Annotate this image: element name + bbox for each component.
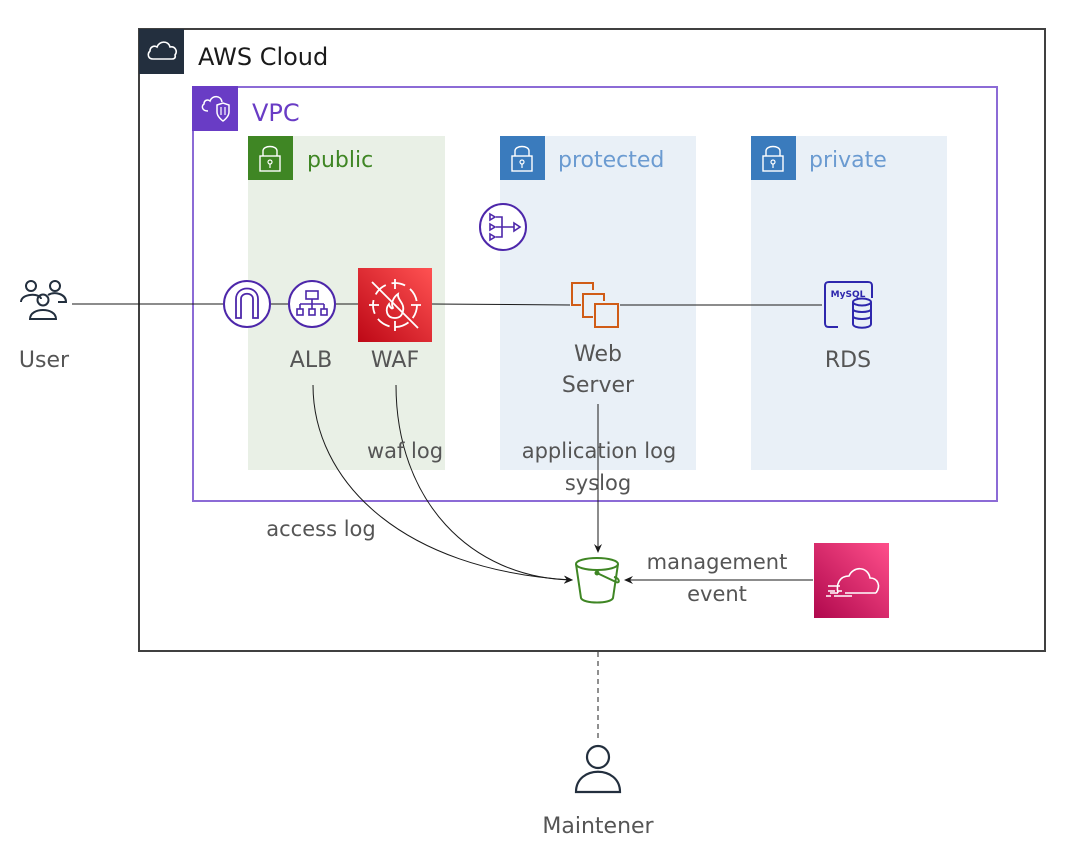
alb-label: ALB [290,348,332,373]
subnet-private: private [751,136,947,470]
subnet-protected-label: protected [558,148,664,173]
rds-label: RDS [825,348,871,373]
subnet-private-bg [751,136,947,470]
aws-cloud-icon-bg [139,29,184,74]
s3-node[interactable] [575,557,620,604]
vpc-label: VPC [252,99,300,127]
nat-gateway-node[interactable] [479,203,527,251]
rds-mysql-badge: MySQL [831,290,866,300]
cloudtrail-node[interactable] [814,543,889,618]
edge-label-event: event [687,582,747,606]
user-icon [574,744,622,794]
s3-bucket-icon [575,557,620,604]
edge-label-application-log: application log [522,439,677,463]
web-server-label-line2: Server [562,373,635,398]
user-label: User [19,348,70,373]
aws-cloud-label: AWS Cloud [198,43,328,71]
edge-label-management: management [647,550,788,574]
web-server-label-line1: Web [574,342,622,367]
edge-label-waf-log: waf log [367,439,443,463]
subnet-private-label: private [809,148,887,173]
architecture-diagram: AWS Cloud VPC public protected private U… [19,28,1046,839]
edge-label-access-log: access log [266,517,375,541]
subnet-public-label: public [307,148,373,173]
connections [72,303,822,742]
subnet-protected-icon-bg [500,136,545,180]
edge-label-syslog: syslog [565,471,631,495]
maintener-label: Maintener [542,814,654,839]
maintener-node[interactable]: Maintener [542,744,655,839]
users-icon [20,280,68,320]
user-node[interactable]: User [19,280,70,373]
vpc-icon-bg [192,86,238,131]
subnet-public-icon-bg [248,136,293,180]
subnet-private-icon-bg [751,136,796,180]
waf-label: WAF [371,348,419,373]
igw-node[interactable] [223,280,271,328]
cloudtrail-icon [814,543,889,618]
